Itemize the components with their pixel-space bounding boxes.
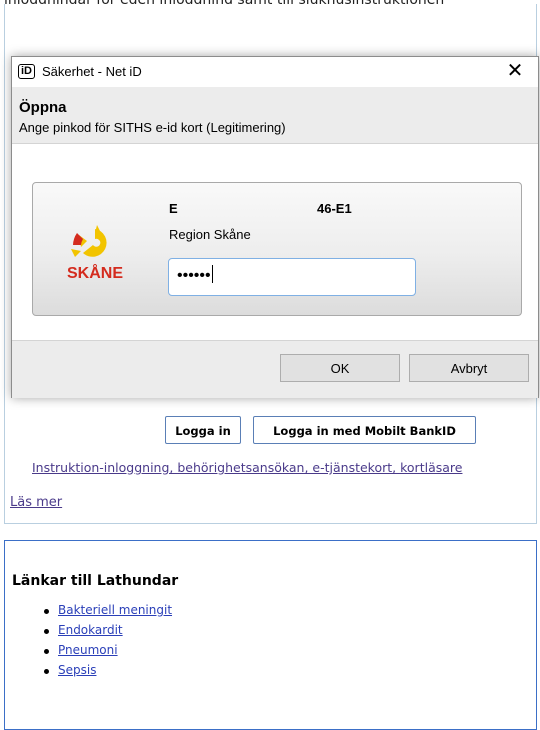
- list-item: Sepsis: [44, 663, 172, 683]
- bullet-icon: [44, 669, 49, 674]
- list-item: Endokardit: [44, 623, 172, 643]
- security-dialog: iD Säkerhet - Net iD ✕ Öppna Ange pinkod…: [11, 56, 539, 398]
- ok-button[interactable]: OK: [280, 354, 400, 382]
- bullet-icon: [44, 629, 49, 634]
- card-id: 46-E1: [317, 201, 352, 216]
- list-item: Bakteriell meningit: [44, 603, 172, 623]
- region-skane-logo: SKÅNE: [67, 225, 123, 281]
- bankid-login-button[interactable]: Logga in med Mobilt BankID: [253, 416, 476, 444]
- net-id-icon: iD: [18, 64, 35, 79]
- guide-link-bakteriell-meningit[interactable]: Bakteriell meningit: [58, 603, 172, 617]
- dialog-content: SKÅNE E 46-E1 Region Skåne ••••••: [12, 144, 538, 340]
- read-more-link[interactable]: Läs mer: [10, 495, 62, 510]
- dialog-header-subtitle: Ange pinkod för SITHS e-id kort (Legitim…: [19, 120, 286, 135]
- dialog-title: Säkerhet - Net iD: [42, 64, 142, 79]
- card-organization: Region Skåne: [169, 227, 251, 242]
- text-caret: [211, 265, 213, 283]
- pin-input[interactable]: ••••••: [168, 258, 416, 296]
- guide-link-sepsis[interactable]: Sepsis: [58, 663, 96, 677]
- guides-list: Bakteriell meningit Endokardit Pneumoni …: [44, 603, 172, 683]
- close-icon[interactable]: ✕: [492, 57, 538, 87]
- pin-mask: ••••••: [177, 267, 211, 284]
- dialog-header-title: Öppna: [19, 99, 67, 116]
- dialog-footer: OK Avbryt: [12, 340, 538, 398]
- logo-text: SKÅNE: [67, 263, 123, 281]
- dialog-header: Öppna Ange pinkod för SITHS e-id kort (L…: [12, 87, 538, 144]
- card-holder: E: [169, 201, 178, 216]
- instruction-link[interactable]: Instruktion-inloggning, behörighetsansök…: [32, 460, 462, 475]
- cancel-button[interactable]: Avbryt: [409, 354, 529, 382]
- login-button[interactable]: Logga in: [165, 416, 241, 444]
- list-item: Pneumoni: [44, 643, 172, 663]
- dialog-titlebar[interactable]: iD Säkerhet - Net iD ✕: [12, 57, 538, 87]
- bullet-icon: [44, 649, 49, 654]
- guides-title: Länkar till Lathundar: [12, 573, 179, 589]
- bullet-icon: [44, 609, 49, 614]
- guide-link-endokardit[interactable]: Endokardit: [58, 623, 123, 637]
- guide-link-pneumoni[interactable]: Pneumoni: [58, 643, 118, 657]
- smart-card: SKÅNE E 46-E1 Region Skåne ••••••: [32, 182, 522, 316]
